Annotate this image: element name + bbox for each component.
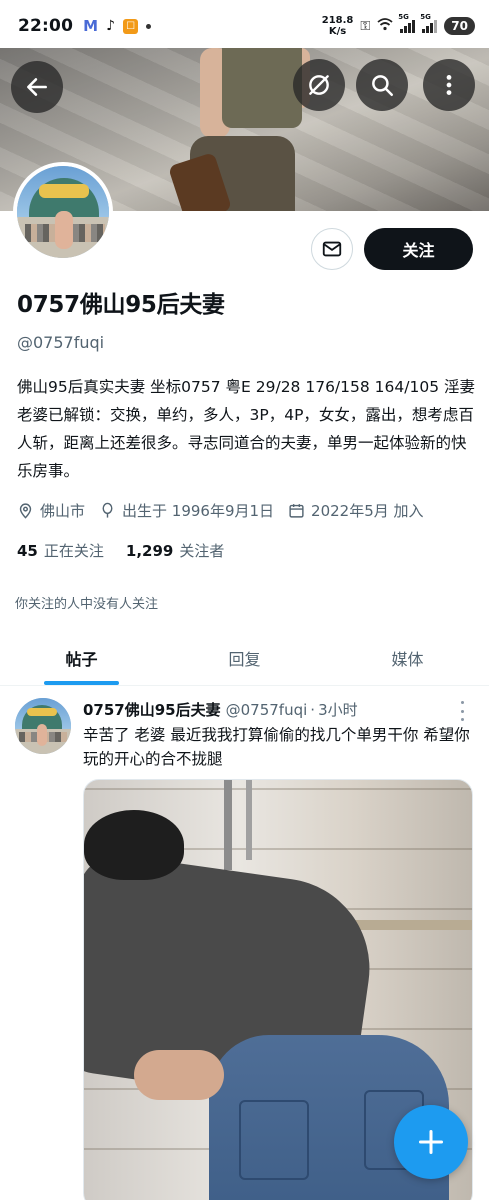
follow-button[interactable]: 关注 — [364, 228, 473, 270]
m-app-icon: M — [83, 17, 99, 35]
envelope-icon — [322, 241, 342, 257]
signal-icon-2: 5G — [420, 13, 438, 33]
profile-handle: @0757fuqi — [17, 333, 105, 352]
profile-bio: 佛山95后真实夫妻 坐标0757 粤E 29/28 176/158 164/10… — [17, 378, 475, 480]
status-time: 22:00 — [18, 16, 74, 36]
location-pin-icon — [19, 503, 32, 519]
followers-count: 1,299 — [125, 542, 174, 560]
post-author-name[interactable]: 0757佛山95后夫妻 — [83, 699, 221, 720]
back-arrow-icon — [27, 78, 47, 96]
tab-replies[interactable]: 回复 — [163, 630, 326, 685]
battery-indicator: 70 — [444, 17, 475, 35]
following-label: 正在关注 — [43, 542, 104, 560]
profile-tabs: 帖子 回复 媒体 — [0, 630, 489, 686]
follow-stats: 45 正在关注 1,299 关注者 — [17, 540, 246, 561]
post-more-icon[interactable] — [455, 701, 469, 721]
joined-item: 2022年5月 加入 — [288, 500, 424, 521]
network-speed-value: 218.8 — [321, 15, 354, 26]
post-separator: · — [310, 701, 316, 719]
balloon-icon — [102, 502, 113, 518]
post-header: 0757佛山95后夫妻 @0757fuqi · 3小时 — [83, 699, 358, 720]
profile-display-name: 0757佛山95后夫妻 — [17, 292, 225, 318]
followed-by-note: 你关注的人中没有人关注 — [15, 597, 159, 612]
signal-label-2: 5G — [420, 13, 431, 21]
birthday-text: 出生于 1996年9月1日 — [122, 502, 275, 520]
following-stat[interactable]: 45 正在关注 — [17, 540, 104, 561]
message-button[interactable] — [311, 228, 353, 270]
tab-media[interactable]: 媒体 — [326, 630, 489, 685]
vertical-dots-icon — [446, 75, 452, 95]
key-icon: ⚿ — [360, 18, 371, 34]
post-timestamp: 3小时 — [318, 701, 358, 719]
joined-text: 2022年5月 加入 — [311, 502, 424, 520]
wifi-icon — [377, 17, 393, 35]
signal-icon-1: 5G — [398, 13, 416, 33]
calendar-icon — [289, 504, 304, 518]
location-item: 佛山市 — [17, 500, 85, 521]
following-count: 45 — [17, 542, 38, 560]
profile-avatar[interactable] — [13, 162, 113, 262]
plus-icon — [418, 1129, 444, 1155]
more-options-button[interactable] — [423, 59, 475, 111]
search-icon — [372, 75, 393, 96]
profile-meta: 佛山市 出生于 1996年9月1日 2022年5月 加入 — [17, 500, 438, 521]
tiktok-icon: ♪ — [106, 18, 116, 34]
followers-stat[interactable]: 1,299 关注者 — [126, 540, 224, 561]
signal-label-1: 5G — [398, 13, 409, 21]
post-text: 辛苦了 老婆 最近我我打算偷偷的找几个单男干你 希望你玩的开心的合不拢腿 — [83, 726, 470, 768]
post-avatar[interactable] — [15, 698, 71, 754]
post-author-handle: @0757fuqi — [225, 701, 308, 719]
back-button[interactable] — [11, 61, 63, 113]
status-bar: 22:00 M ♪ ☐ 218.8 K/s ⚿ 5G 5G 70 — [0, 0, 489, 52]
grok-icon — [309, 75, 329, 95]
grok-button[interactable] — [293, 59, 345, 111]
compose-post-button[interactable] — [394, 1105, 468, 1179]
orange-app-icon: ☐ — [123, 18, 139, 34]
more-notifications-dot-icon — [146, 23, 152, 29]
network-speed-unit: K/s — [328, 26, 347, 37]
notification-icons: M ♪ ☐ — [83, 17, 152, 35]
location-text: 佛山市 — [40, 502, 86, 520]
birthday-item: 出生于 1996年9月1日 — [99, 500, 274, 521]
network-speed: 218.8 K/s — [322, 15, 354, 37]
tab-posts[interactable]: 帖子 — [0, 630, 163, 685]
followers-label: 关注者 — [179, 542, 225, 560]
search-button[interactable] — [356, 59, 408, 111]
